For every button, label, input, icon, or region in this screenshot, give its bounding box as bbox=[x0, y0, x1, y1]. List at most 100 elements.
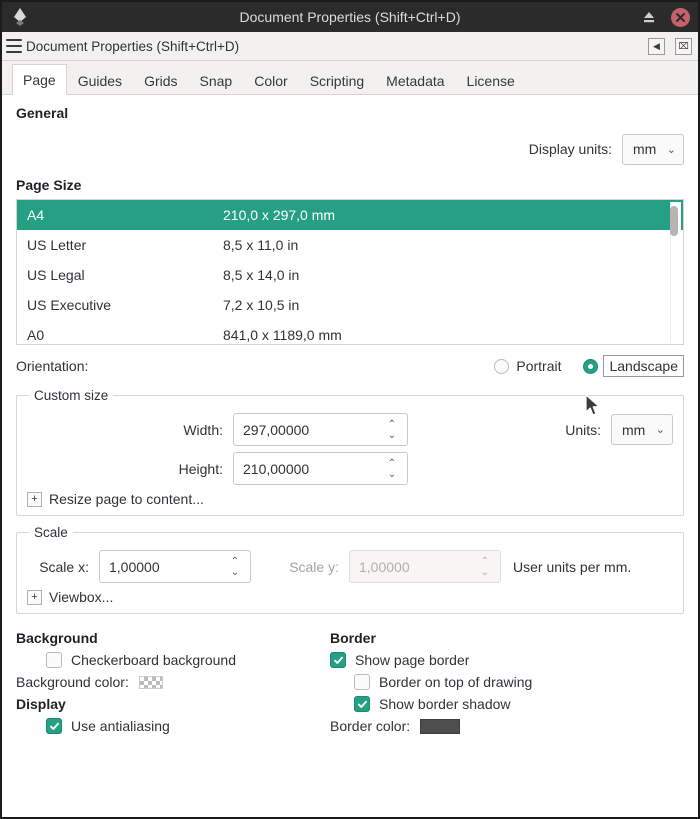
chevron-up-icon[interactable]: ⌃ bbox=[388, 419, 396, 429]
background-color-swatch[interactable] bbox=[138, 675, 163, 689]
tab-snap[interactable]: Snap bbox=[189, 65, 244, 95]
eject-icon[interactable] bbox=[641, 9, 657, 25]
spinner-arrows[interactable]: ⌃ ⌄ bbox=[224, 556, 250, 577]
titlebar-controls bbox=[641, 7, 690, 27]
border-column: Border Show page border Border on top of… bbox=[330, 628, 684, 740]
spinner-arrows[interactable]: ⌃ ⌄ bbox=[381, 419, 407, 440]
border-on-top-label[interactable]: Border on top of drawing bbox=[379, 674, 532, 690]
display-units-combo[interactable]: mm ⌄ bbox=[622, 133, 684, 165]
use-antialiasing-checkbox[interactable] bbox=[46, 718, 62, 734]
chevron-up-icon[interactable]: ⌃ bbox=[388, 458, 396, 468]
resize-page-to-content-expander[interactable]: + Resize page to content... bbox=[27, 491, 673, 507]
show-border-shadow-label[interactable]: Show border shadow bbox=[379, 696, 511, 712]
use-antialiasing-label[interactable]: Use antialiasing bbox=[71, 718, 170, 734]
display-heading: Display bbox=[16, 696, 66, 712]
scale-x-spinner[interactable]: 1,00000 ⌃ ⌄ bbox=[99, 550, 251, 583]
tab-scripting[interactable]: Scripting bbox=[299, 65, 375, 95]
tab-color[interactable]: Color bbox=[243, 65, 298, 95]
viewbox-expander[interactable]: + Viewbox... bbox=[27, 589, 673, 605]
chevron-down-icon[interactable]: ⌄ bbox=[388, 430, 396, 440]
dock-collapse-icon[interactable]: ◀ bbox=[648, 37, 665, 55]
chevron-up-icon: ⌃ bbox=[480, 555, 490, 567]
border-on-top-checkbox[interactable] bbox=[354, 674, 370, 690]
show-page-border-label[interactable]: Show page border bbox=[355, 652, 469, 668]
width-label: Width: bbox=[183, 421, 223, 438]
background-color-row[interactable]: Background color: bbox=[16, 674, 316, 690]
list-item[interactable]: A4 210,0 x 297,0 mm bbox=[17, 200, 683, 230]
chevron-down-icon[interactable]: ⌄ bbox=[388, 469, 396, 479]
height-row: Height: 210,00000 ⌃ ⌄ bbox=[27, 452, 673, 485]
bottom-sections: Background Checkerboard background Backg… bbox=[16, 628, 684, 740]
resize-page-to-content-label[interactable]: Resize page to content... bbox=[49, 491, 204, 507]
checkerboard-background-label[interactable]: Checkerboard background bbox=[71, 652, 236, 668]
scale-x-value[interactable]: 1,00000 bbox=[100, 559, 224, 575]
checkerboard-background-row[interactable]: Checkerboard background bbox=[46, 652, 316, 668]
spinner-arrows[interactable]: ⌃ ⌄ bbox=[381, 458, 407, 479]
scale-legend: Scale bbox=[34, 525, 68, 540]
scale-frame: Scale Scale x: 1,00000 ⌃ ⌄ Scale y: 1,00… bbox=[16, 525, 684, 614]
tab-grids[interactable]: Grids bbox=[133, 65, 188, 95]
panel-title: Document Properties (Shift+Ctrl+D) bbox=[26, 38, 240, 54]
custom-size-legend: Custom size bbox=[34, 388, 109, 403]
tab-bar: Page Guides Grids Snap Color Scripting M… bbox=[2, 61, 698, 95]
document-properties-window: Document Properties (Shift+Ctrl+D) Docum… bbox=[0, 0, 700, 819]
expander-plus-icon[interactable]: + bbox=[27, 589, 42, 605]
landscape-label[interactable]: Landscape bbox=[603, 355, 684, 377]
landscape-radio[interactable] bbox=[583, 358, 599, 374]
page-size-dims: 8,5 x 14,0 in bbox=[223, 267, 300, 283]
tab-page[interactable]: Page bbox=[12, 64, 67, 95]
portrait-label[interactable]: Portrait bbox=[516, 358, 561, 374]
chevron-up-icon[interactable]: ⌃ bbox=[231, 556, 239, 566]
page-size-name: US Executive bbox=[27, 297, 112, 313]
user-units-text: User units per mm. bbox=[513, 558, 632, 575]
window-titlebar: Document Properties (Shift+Ctrl+D) bbox=[2, 2, 698, 32]
scale-y-label: Scale y: bbox=[289, 558, 339, 575]
page-size-dims: 8,5 x 11,0 in bbox=[223, 237, 299, 253]
orientation-row: Orientation: Portrait Landscape bbox=[16, 353, 684, 379]
expander-plus-icon[interactable]: + bbox=[27, 491, 42, 507]
width-spinner[interactable]: 297,00000 ⌃ ⌄ bbox=[233, 413, 408, 446]
height-spinner[interactable]: 210,00000 ⌃ ⌄ bbox=[233, 452, 408, 485]
hamburger-menu-icon[interactable] bbox=[6, 39, 22, 53]
portrait-radio[interactable] bbox=[494, 358, 510, 374]
chevron-down-icon[interactable]: ⌄ bbox=[231, 567, 239, 577]
scrollbar-thumb[interactable] bbox=[670, 206, 678, 236]
checkerboard-background-checkbox[interactable] bbox=[46, 652, 62, 668]
use-antialiasing-row[interactable]: Use antialiasing bbox=[46, 718, 316, 734]
scale-x-label: Scale x: bbox=[39, 558, 89, 575]
tab-license[interactable]: License bbox=[456, 65, 526, 95]
show-border-shadow-row[interactable]: Show border shadow bbox=[354, 696, 684, 712]
page-size-dims: 841,0 x 1189,0 mm bbox=[223, 327, 342, 343]
height-value[interactable]: 210,00000 bbox=[234, 461, 381, 477]
border-on-top-row[interactable]: Border on top of drawing bbox=[354, 674, 684, 690]
panel-header: Document Properties (Shift+Ctrl+D) ◀ ⌧ bbox=[2, 32, 698, 61]
border-color-swatch[interactable] bbox=[420, 718, 461, 734]
custom-size-units-combo[interactable]: mm ⌄ bbox=[611, 414, 673, 445]
display-units-label: Display units: bbox=[528, 141, 612, 157]
list-item[interactable]: A0 841,0 x 1189,0 mm bbox=[17, 320, 683, 344]
panel-header-controls: ◀ ⌧ bbox=[648, 37, 692, 55]
border-color-label: Border color: bbox=[330, 718, 411, 734]
border-color-row[interactable]: Border color: bbox=[330, 718, 684, 734]
custom-size-units-value: mm bbox=[622, 421, 646, 438]
show-border-shadow-checkbox[interactable] bbox=[354, 696, 370, 712]
width-value[interactable]: 297,00000 bbox=[234, 422, 381, 438]
chevron-down-icon: ⌄ bbox=[655, 424, 665, 436]
close-icon[interactable] bbox=[671, 7, 690, 27]
width-row: Width: 297,00000 ⌃ ⌄ Units: mm ⌄ bbox=[27, 413, 673, 446]
background-display-column: Background Checkerboard background Backg… bbox=[16, 628, 316, 740]
list-item[interactable]: US Executive 7,2 x 10,5 in bbox=[17, 290, 683, 320]
tab-metadata[interactable]: Metadata bbox=[375, 65, 455, 95]
list-item[interactable]: US Legal 8,5 x 14,0 in bbox=[17, 260, 683, 290]
tab-guides[interactable]: Guides bbox=[67, 65, 133, 95]
custom-size-frame: Custom size Width: 297,00000 ⌃ ⌄ Units: … bbox=[16, 388, 684, 516]
page-size-scrollbar[interactable] bbox=[670, 202, 681, 342]
show-page-border-checkbox[interactable] bbox=[330, 652, 346, 668]
panel-close-icon[interactable]: ⌧ bbox=[675, 37, 692, 55]
general-heading: General bbox=[16, 105, 69, 121]
chevron-down-icon: ⌄ bbox=[480, 566, 490, 578]
page-size-list[interactable]: A4 210,0 x 297,0 mm US Letter 8,5 x 11,0… bbox=[16, 199, 684, 345]
show-page-border-row[interactable]: Show page border bbox=[330, 652, 684, 668]
list-item[interactable]: US Letter 8,5 x 11,0 in bbox=[17, 230, 683, 260]
viewbox-label[interactable]: Viewbox... bbox=[49, 589, 113, 605]
